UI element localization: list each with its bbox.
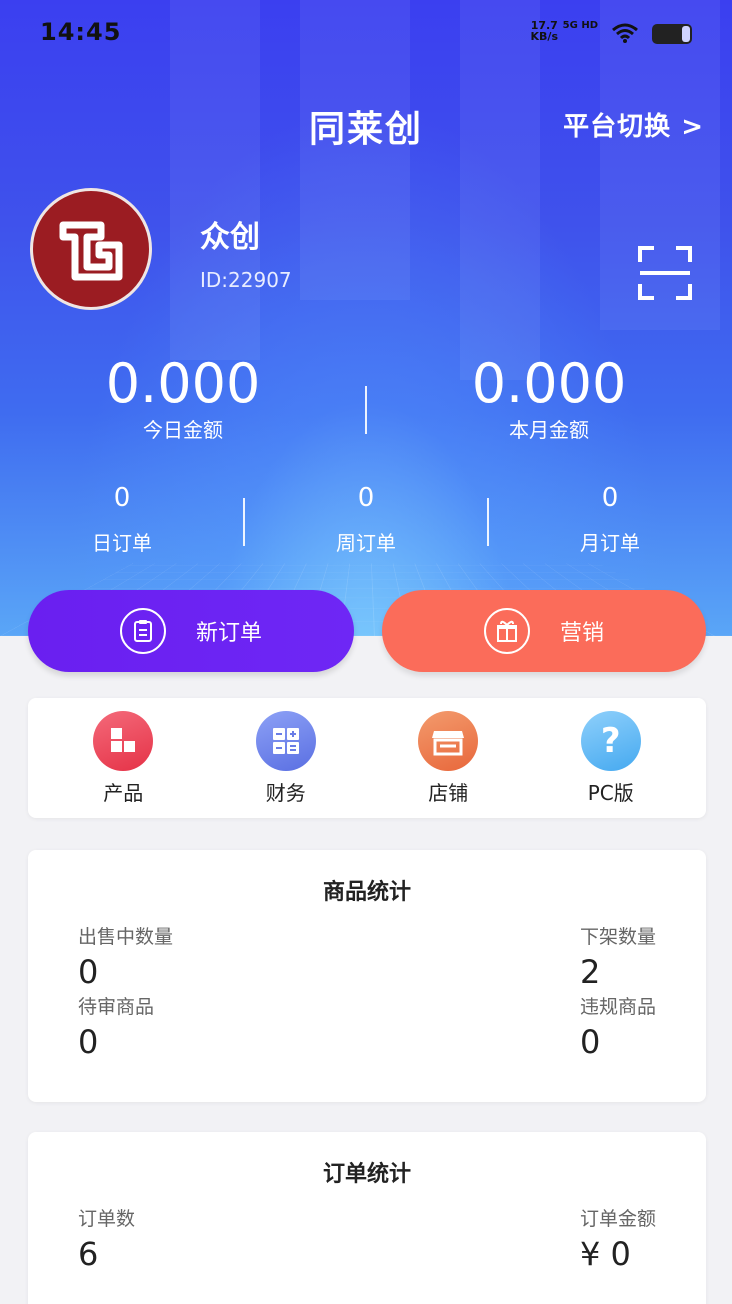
network-type: 5G HD — [562, 20, 598, 31]
marketing-label: 营销 — [559, 621, 604, 646]
order-count-label: 订单数 — [78, 1208, 136, 1230]
user-name: 众创 — [200, 220, 260, 255]
menu-item-store[interactable]: 店铺 — [388, 710, 508, 806]
user-id: ID:22907 — [200, 268, 292, 292]
order-count-stat: 订单数 6 — [78, 1206, 135, 1276]
today-amount-value: 0.000 — [105, 352, 261, 415]
violation-label: 违规商品 — [579, 996, 656, 1018]
day-orders-label: 日订单 — [92, 531, 152, 555]
wifi-icon — [612, 23, 638, 43]
hero-banner: 14:45 17.7 KB/s 5G HD 同莱创 平台切换 > 众创 ID:2… — [0, 0, 732, 636]
on-sale-stat: 出售中数量 0 — [78, 924, 173, 994]
goods-stats-card: 商品统计 出售中数量 0 下架数量 2 待审商品 0 违规商品 0 — [28, 850, 706, 1102]
week-orders-value: 0 — [357, 483, 375, 513]
stats-row: 待审商品 0 违规商品 0 — [28, 994, 706, 1064]
month-amount: 0.000 本月金额 — [366, 352, 732, 444]
month-amount-value: 0.000 — [471, 352, 627, 415]
new-order-label: 新订单 — [195, 621, 262, 646]
day-orders-value: 0 — [113, 483, 131, 513]
pending-label: 待审商品 — [78, 996, 155, 1018]
network-speed: 17.7 KB/s — [531, 20, 558, 42]
menu-item-label: PC版 — [587, 780, 634, 805]
off-shelf-value: 2 — [579, 953, 601, 991]
order-stats-card: 订单统计 订单数 6 订单金额 ¥ 0 — [28, 1132, 706, 1304]
today-amount-label: 今日金额 — [143, 418, 223, 442]
speed-unit: KB/s — [530, 30, 558, 43]
bg-building — [170, 0, 260, 360]
day-orders: 0 日订单 — [0, 480, 244, 558]
week-orders: 0 周订单 — [244, 480, 488, 558]
menu-item-finance[interactable]: 财务 — [226, 710, 346, 806]
menu-item-pc[interactable]: ? PC版 — [551, 710, 671, 806]
off-shelf-stat: 下架数量 2 — [580, 924, 656, 994]
status-bar: 14:45 17.7 KB/s 5G HD — [40, 18, 692, 50]
violation-value: 0 — [579, 1023, 601, 1061]
month-orders: 0 月订单 — [488, 480, 732, 558]
scan-icon[interactable] — [638, 246, 692, 300]
violation-stat: 违规商品 0 — [580, 994, 656, 1064]
stats-row: 订单数 6 订单金额 ¥ 0 — [28, 1206, 706, 1276]
gift-icon — [483, 608, 530, 654]
on-sale-label: 出售中数量 — [78, 926, 174, 948]
menu-item-label: 店铺 — [428, 780, 469, 805]
brand-logo-icon — [59, 221, 123, 281]
pending-value: 0 — [78, 1023, 99, 1061]
pending-stat: 待审商品 0 — [78, 994, 154, 1064]
month-orders-label: 月订单 — [580, 531, 640, 555]
bg-building — [460, 0, 540, 380]
stats-row: 出售中数量 0 下架数量 2 — [28, 924, 706, 994]
order-amount-value: ¥ 0 — [579, 1235, 631, 1273]
grid-blocks-icon — [93, 710, 154, 771]
clipboard-icon — [119, 608, 166, 654]
menu-item-products[interactable]: 产品 — [63, 710, 183, 806]
question-icon: ? — [580, 710, 641, 771]
order-count-value: 6 — [78, 1235, 99, 1273]
battery-icon — [652, 24, 692, 44]
month-orders-value: 0 — [601, 483, 619, 513]
platform-switch-button[interactable]: 平台切换 > — [563, 106, 704, 143]
quick-menu: 产品 财务 店铺 ? PC版 — [28, 698, 706, 818]
week-orders-label: 周订单 — [336, 531, 396, 555]
calculator-icon — [255, 710, 316, 771]
menu-item-label: 财务 — [265, 780, 306, 805]
avatar[interactable] — [30, 188, 152, 310]
store-icon — [418, 710, 479, 771]
marketing-button[interactable]: 营销 — [382, 590, 706, 672]
order-amount-label: 订单金额 — [579, 1208, 656, 1230]
on-sale-value: 0 — [78, 953, 99, 991]
goods-stats-title: 商品统计 — [322, 880, 411, 905]
order-amount-stat: 订单金额 ¥ 0 — [580, 1206, 656, 1276]
today-amount: 0.000 今日金额 — [0, 352, 366, 444]
month-amount-label: 本月金额 — [509, 418, 589, 442]
new-order-button[interactable]: 新订单 — [28, 590, 354, 672]
off-shelf-label: 下架数量 — [579, 926, 656, 948]
status-time: 14:45 — [40, 18, 122, 46]
menu-item-label: 产品 — [103, 780, 144, 805]
order-stats-title: 订单统计 — [322, 1162, 411, 1187]
